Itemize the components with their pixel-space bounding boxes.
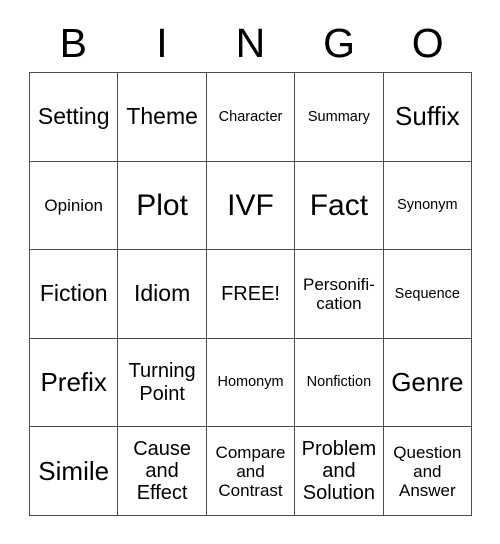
bingo-cell-label: Personifi- cation <box>303 274 375 313</box>
bingo-cell-label: Nonfiction <box>306 374 372 391</box>
bingo-cell-label: IVF <box>227 188 274 222</box>
bingo-cell-n2[interactable]: IVF <box>206 161 296 251</box>
bingo-cell-label: Character <box>218 108 283 125</box>
bingo-cell-o2[interactable]: Synonym <box>383 161 473 251</box>
bingo-cell-label: Question and Answer <box>393 442 462 500</box>
bingo-cell-b2[interactable]: Opinion <box>30 161 119 251</box>
bingo-cell-o5[interactable]: Question and Answer <box>383 427 473 516</box>
bingo-cell-label: Plot <box>136 188 188 222</box>
bingo-cell-label: Problem and Solution <box>301 437 377 505</box>
bingo-cell-i5[interactable]: Cause and Effect <box>118 427 207 516</box>
bingo-header-letter-g: G <box>323 19 356 66</box>
bingo-header-letter-i: I <box>156 19 168 66</box>
bingo-cell-i3[interactable]: Idiom <box>118 250 207 339</box>
bingo-row: Opinion Plot IVF Fact Synonym <box>30 161 473 251</box>
bingo-cell-label: Suffix <box>395 101 460 132</box>
bingo-cell-o4[interactable]: Genre <box>383 338 473 428</box>
bingo-cell-n1[interactable]: Character <box>206 73 296 162</box>
bingo-cell-i4[interactable]: Turning Point <box>118 338 207 428</box>
bingo-cell-o3[interactable]: Sequence <box>383 250 473 339</box>
bingo-cell-label: Fiction <box>39 280 108 307</box>
bingo-cell-label: Prefix <box>40 367 107 398</box>
bingo-cell-label: Summary <box>307 108 370 125</box>
bingo-cell-b5[interactable]: Simile <box>30 427 119 516</box>
bingo-cell-b3[interactable]: Fiction <box>30 250 119 339</box>
bingo-cell-label: Fact <box>309 188 369 222</box>
bingo-cell-label: Homonym <box>217 374 284 391</box>
bingo-cell-label: Turning Point <box>128 360 196 405</box>
bingo-cell-n5[interactable]: Compare and Contrast <box>206 427 296 516</box>
bingo-cell-label: Setting <box>37 102 110 129</box>
bingo-header-letter-o: O <box>411 19 444 66</box>
bingo-cell-g2[interactable]: Fact <box>295 161 384 251</box>
bingo-cell-g4[interactable]: Nonfiction <box>295 338 384 428</box>
bingo-cell-label: FREE! <box>221 282 280 305</box>
bingo-cell-label: Idiom <box>133 280 191 307</box>
bingo-cell-free[interactable]: FREE! <box>206 250 296 339</box>
bingo-cell-b4[interactable]: Prefix <box>30 338 119 428</box>
bingo-cell-i1[interactable]: Theme <box>118 73 207 162</box>
bingo-cell-label: Sequence <box>394 285 460 302</box>
bingo-row: Prefix Turning Point Homonym Nonfiction … <box>30 338 473 428</box>
bingo-cell-g5[interactable]: Problem and Solution <box>295 427 384 516</box>
bingo-cell-label: Cause and Effect <box>133 437 192 505</box>
bingo-cell-label: Opinion <box>44 195 103 215</box>
bingo-row: Setting Theme Character Summary Suffix <box>30 73 473 162</box>
bingo-cell-g3[interactable]: Personifi- cation <box>295 250 384 339</box>
bingo-cell-i2[interactable]: Plot <box>118 161 207 251</box>
bingo-cell-label: Genre <box>391 367 464 398</box>
bingo-cell-g1[interactable]: Summary <box>295 73 384 162</box>
bingo-cell-label: Synonym <box>397 197 458 214</box>
bingo-header-letter-b: B <box>59 19 87 66</box>
bingo-card: B I N G O Setting Theme Character Summar… <box>29 14 473 516</box>
bingo-row: Fiction Idiom FREE! Personifi- cation Se… <box>30 250 473 339</box>
bingo-header-row: B I N G O <box>29 14 472 72</box>
bingo-header-letter-n: N <box>235 19 266 66</box>
bingo-row: Simile Cause and Effect Compare and Cont… <box>30 427 473 516</box>
bingo-grid: Setting Theme Character Summary Suffix O… <box>29 72 473 516</box>
bingo-cell-o1[interactable]: Suffix <box>383 73 473 162</box>
bingo-cell-n4[interactable]: Homonym <box>206 338 296 428</box>
bingo-cell-label: Compare and Contrast <box>215 442 286 500</box>
bingo-cell-label: Theme <box>126 102 198 129</box>
bingo-cell-b1[interactable]: Setting <box>30 73 119 162</box>
bingo-cell-label: Simile <box>38 455 110 486</box>
